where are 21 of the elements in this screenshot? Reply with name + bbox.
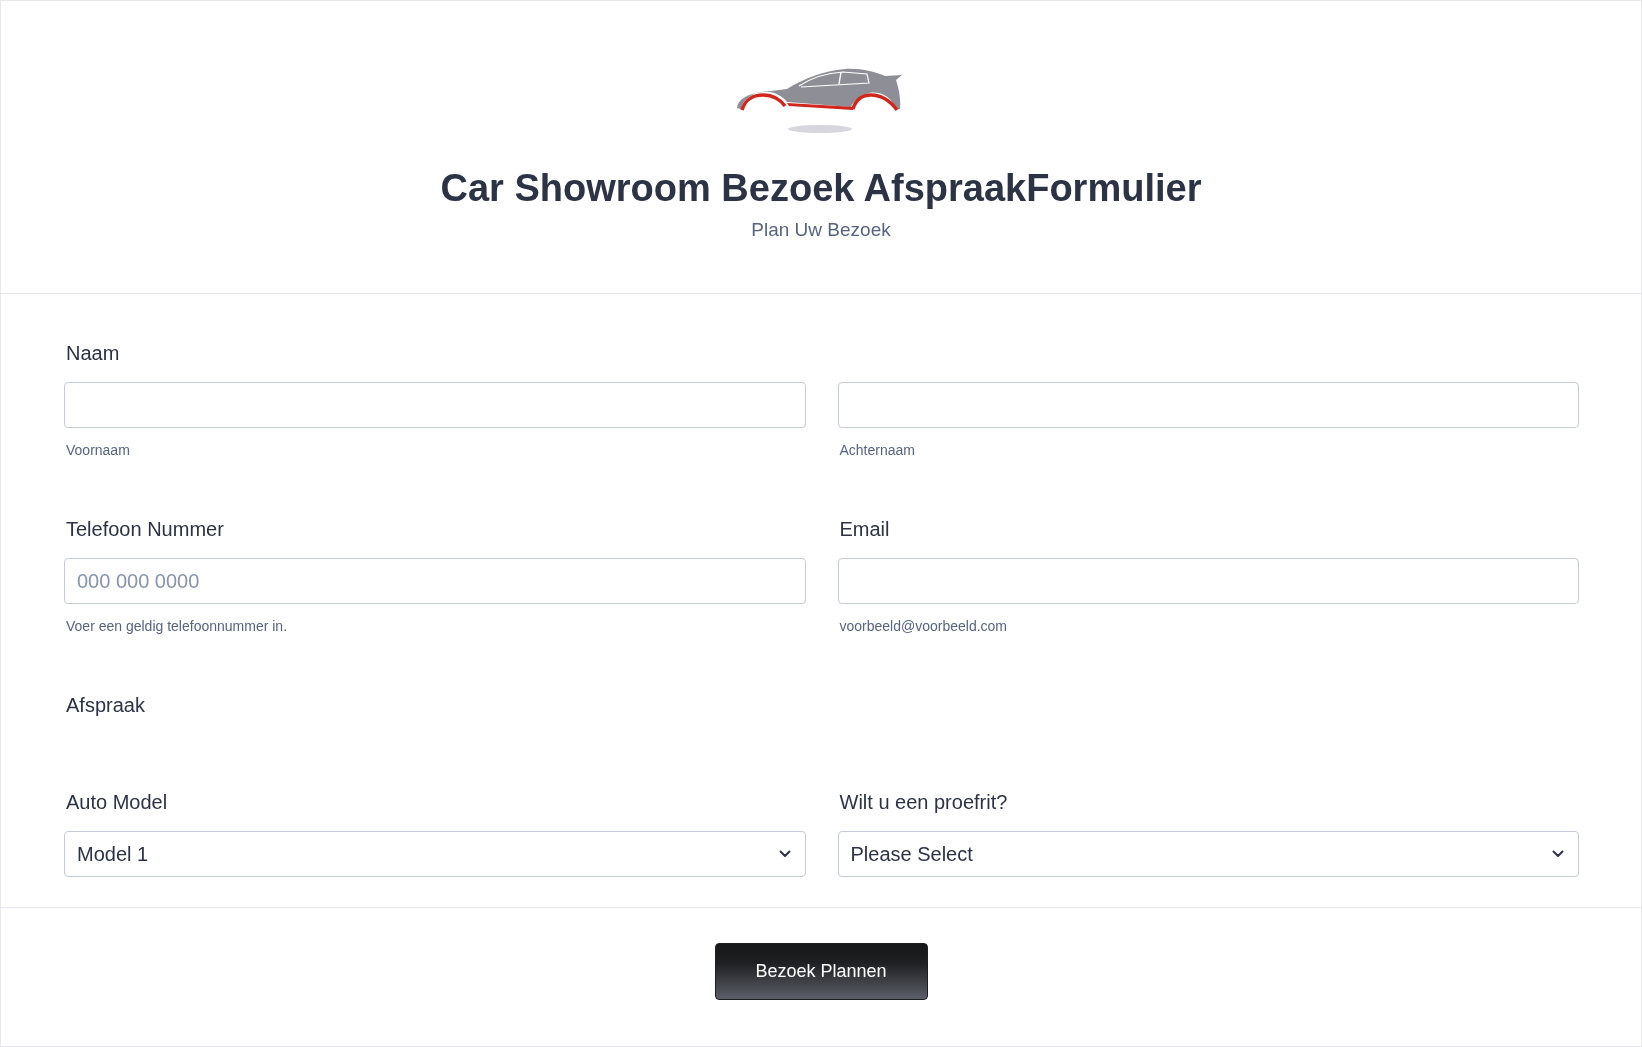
field-label: Auto Model	[65, 790, 168, 814]
field-label: Afspraak	[65, 693, 145, 717]
field-hint: Voornaam	[65, 441, 130, 459]
submit-button[interactable]: Bezoek Plannen	[714, 943, 928, 1000]
input-field[interactable]	[837, 558, 1579, 604]
field-hint: Voer een geldig telefoonnummer in.	[65, 617, 288, 635]
field-hint: Achternaam	[838, 441, 915, 459]
field-label: Naam	[65, 341, 120, 365]
field-label: Email	[838, 517, 890, 541]
input-field[interactable]: 000 000 0000	[64, 558, 806, 604]
dropdown[interactable]: Model 1	[64, 831, 806, 877]
dropdown[interactable]: Please Select	[837, 831, 1579, 877]
field-label: Wilt u een proefrit?	[838, 790, 1008, 814]
field-label: Telefoon Nummer	[65, 517, 224, 541]
form-subtitle: Plan Uw Bezoek	[750, 218, 892, 242]
chevron-down-icon	[1552, 850, 1564, 858]
form-title: Car Showroom Bezoek AfspraakFormulier	[439, 166, 1203, 211]
chevron-down-icon	[778, 850, 791, 858]
input-field[interactable]	[64, 382, 806, 428]
input-field[interactable]	[837, 382, 1579, 428]
field-hint: voorbeeld@voorbeeld.com	[838, 617, 1008, 635]
